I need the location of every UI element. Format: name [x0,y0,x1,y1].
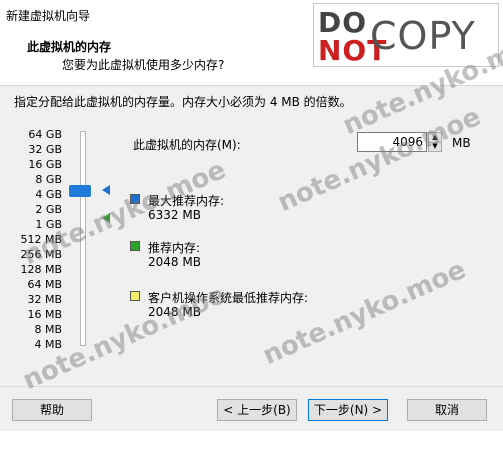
memory-slider-thumb[interactable] [69,185,91,197]
scale-label: 4 MB [34,338,62,351]
page-subtitle: 您要为此虚拟机使用多少内存? [62,58,225,72]
window-title: 新建虚拟机向导 [6,9,91,23]
scale-label: 2 GB [35,203,62,216]
cancel-button[interactable]: 取消 [407,399,487,421]
recommended-marker-icon [102,213,110,223]
max-recommended-marker-icon [102,185,110,195]
scale-label: 64 GB [28,128,62,141]
wizard-body: 指定分配给此虚拟机的内存量。内存大小必须为 4 MB 的倍数。 64 GB 32… [0,86,503,386]
memory-label: 此虚拟机的内存(M): [133,138,241,152]
memory-input[interactable]: 4096 [357,132,427,152]
legend-label: 客户机操作系统最低推荐内存: [148,291,309,305]
spin-down-icon[interactable]: ▼ [429,142,441,151]
scale-label: 32 GB [28,143,62,156]
back-button[interactable]: < 上一步(B) [217,399,297,421]
scale-label: 128 MB [20,263,62,276]
max-legend-icon [130,194,140,204]
recommended-legend-icon [130,241,140,251]
scale-label: 64 MB [27,278,62,291]
description-text: 指定分配给此虚拟机的内存量。内存大小必须为 4 MB 的倍数。 [14,95,352,109]
scale-label: 1 GB [35,218,62,231]
page-title: 此虚拟机的内存 [27,40,112,54]
legend-label: 最大推荐内存: [148,194,225,208]
legend-label: 推荐内存: [148,241,201,255]
scale-label: 512 MB [20,233,62,246]
do-not-copy-stamp: DO NOT COPY [313,3,499,67]
next-button[interactable]: 下一步(N) > [308,399,388,421]
scale-label: 32 MB [27,293,62,306]
memory-slider-track[interactable] [80,131,86,346]
scale-label: 8 MB [34,323,62,336]
scale-label: 16 MB [27,308,62,321]
wizard-footer: 帮助 < 上一步(B) 下一步(N) > 取消 [0,386,503,431]
legend-value: 6332 MB [148,208,201,222]
guest-min-legend-icon [130,291,140,301]
memory-spinner[interactable]: ▲ ▼ [428,132,442,152]
legend-value: 2048 MB [148,255,201,269]
legend-value: 2048 MB [148,305,201,319]
memory-unit: MB [452,136,471,150]
scale-label: 4 GB [35,188,62,201]
scale-label: 16 GB [28,158,62,171]
help-button[interactable]: 帮助 [12,399,92,421]
stamp-copy: COPY [370,14,476,58]
scale-label: 8 GB [35,173,62,186]
scale-label: 256 MB [20,248,62,261]
